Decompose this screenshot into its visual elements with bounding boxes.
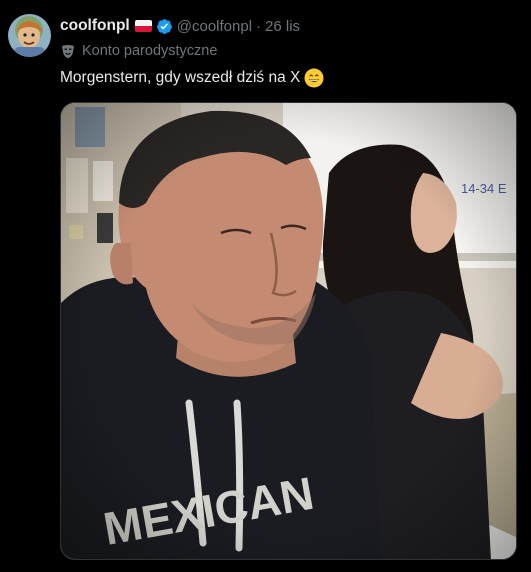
author-display-name[interactable]: coolfonpl xyxy=(60,17,130,35)
tweet-media-photo[interactable]: 14-34 E MEXICAN xyxy=(60,102,517,560)
verified-badge-icon[interactable] xyxy=(156,18,173,35)
parody-account-label: Konto parodystyczne xyxy=(60,41,217,61)
author-handle[interactable]: @coolfonpl xyxy=(177,18,252,35)
tweet[interactable]: coolfonpl @coolfonpl · 26 lis Konto paro… xyxy=(0,0,531,572)
theater-mask-icon xyxy=(60,43,76,59)
parody-label-text: Konto parodystyczne xyxy=(82,43,218,59)
timestamp[interactable]: 26 lis xyxy=(265,18,300,35)
tweet-text: Morgenstern, gdy wszedł dziś na X xyxy=(60,67,324,89)
grinning-face-emoji xyxy=(304,68,324,88)
poland-flag-icon xyxy=(134,20,152,32)
separator-dot: · xyxy=(256,17,262,35)
avatar[interactable] xyxy=(8,14,51,57)
tweet-header: coolfonpl @coolfonpl · 26 lis xyxy=(60,15,300,37)
tweet-text-content: Morgenstern, gdy wszedł dziś na X xyxy=(60,69,301,86)
